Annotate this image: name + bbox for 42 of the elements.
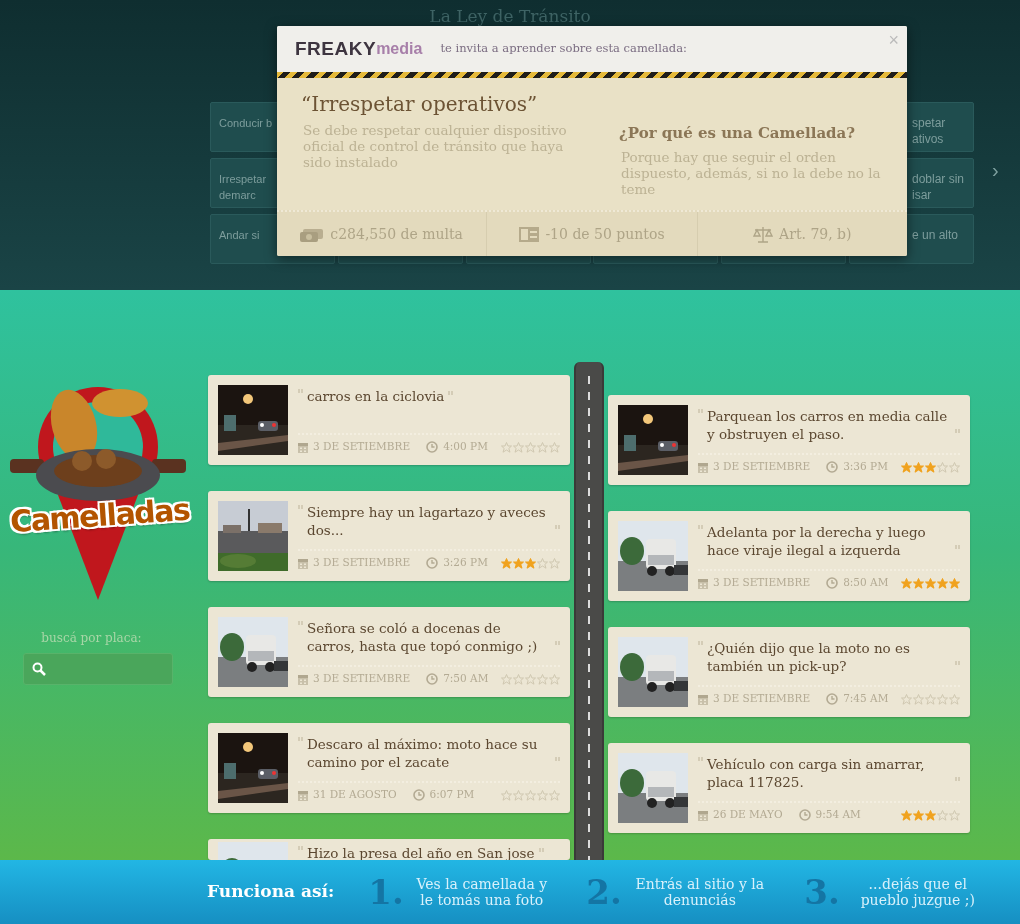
brand-logo: FREAKY bbox=[295, 36, 377, 61]
step-text: Ves la camellada y le tomás una foto bbox=[415, 876, 549, 908]
report-card[interactable]: Adelanta por la derecha y luego hace viraje ilegal a izquerda 3 DE SETIEMBRE 8:50 AM bbox=[608, 511, 970, 601]
logo-wordmark: Camelladas bbox=[8, 490, 191, 542]
next-arrow[interactable]: › bbox=[992, 158, 999, 182]
report-date: 26 DE MAYO bbox=[713, 807, 783, 823]
report-time: 6:07 PM bbox=[429, 787, 475, 803]
report-time: 8:50 AM bbox=[843, 575, 889, 591]
footer-title: Funciona así: bbox=[207, 880, 335, 904]
report-time: 9:54 AM bbox=[815, 807, 861, 823]
report-time: 7:50 AM bbox=[443, 671, 489, 687]
report-text: Parquean los carros en media calle y obstruyen el paso. bbox=[707, 407, 949, 443]
invite-text: te invita a aprender sobre esta camellada: bbox=[440, 40, 687, 58]
report-time: 3:26 PM bbox=[443, 555, 488, 571]
report-text: Adelanta por la derecha y luego hace viraje ilegal a izquerda bbox=[707, 523, 927, 559]
report-card[interactable]: Descaro al máximo: moto hace su camino por el zacate 31 DE AGOSTO 6:07 PM bbox=[208, 723, 570, 813]
report-date: 31 DE AGOSTO bbox=[313, 787, 397, 803]
report-time: 7:45 AM bbox=[843, 691, 889, 707]
report-card[interactable]: Señora se coló a docenas de carros, hasta que topó conmigo ;) 3 DE SETIEMBRE 7:50 AM bbox=[208, 607, 570, 697]
report-date: 3 DE SETIEMBRE bbox=[713, 459, 811, 475]
report-text: ¿Quién dijo que la moto no es también un pick-up? bbox=[707, 639, 911, 675]
step-text: ...dejás que el pueblo juzgue ;) bbox=[859, 876, 976, 908]
report-date: 3 DE SETIEMBRE bbox=[313, 555, 411, 571]
brand-logo-suffix: media bbox=[376, 39, 423, 59]
report-text: Vehículo con carga sin amarrar, placa 117825. bbox=[707, 755, 926, 791]
report-text: carros en la ciclovia bbox=[307, 387, 445, 405]
step-text: Entrás al sitio y la denunciás bbox=[634, 876, 766, 908]
report-time: 3:36 PM bbox=[843, 459, 888, 475]
report-card[interactable]: Siempre hay un lagartazo y aveces dos... 3 DE SETIEMBRE 3:26 PM bbox=[208, 491, 570, 581]
report-date: 3 DE SETIEMBRE bbox=[713, 691, 811, 707]
report-text: Descaro al máximo: moto hace su camino por el zacate bbox=[307, 735, 539, 771]
report-time: 4:00 PM bbox=[443, 439, 488, 455]
report-date: 3 DE SETIEMBRE bbox=[313, 671, 411, 687]
report-text: Siempre hay un lagartazo y aveces dos... bbox=[307, 503, 547, 539]
report-card[interactable]: Vehículo con carga sin amarrar, placa 117825. 26 DE MAYO 9:54 AM bbox=[608, 743, 970, 833]
report-text: Señora se coló a docenas de carros, hasta que topó conmigo ;) bbox=[307, 619, 539, 655]
search-label: buscá por placa: bbox=[40, 630, 143, 647]
report-card[interactable]: ¿Quién dijo que la moto no es también un pick-up? 3 DE SETIEMBRE 7:45 AM bbox=[608, 627, 970, 717]
report-date: 3 DE SETIEMBRE bbox=[313, 439, 411, 455]
report-card[interactable]: Parquean los carros en media calle y obstruyen el paso. 3 DE SETIEMBRE 3:36 PM bbox=[608, 395, 970, 485]
report-date: 3 DE SETIEMBRE bbox=[713, 575, 811, 591]
report-card[interactable]: carros en la ciclovia 3 DE SETIEMBRE 4:00 PM bbox=[208, 375, 570, 465]
